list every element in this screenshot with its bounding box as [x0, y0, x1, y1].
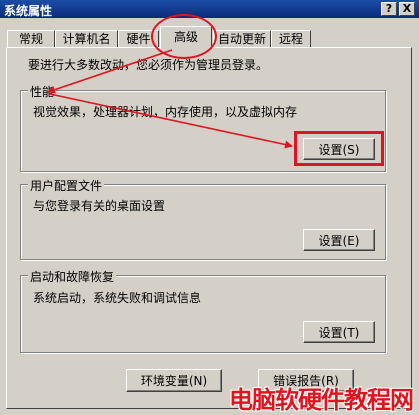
environment-variables-button[interactable]: 环境变量(N): [126, 369, 222, 392]
watermark-text: 电脑软硬件教程网: [229, 386, 414, 414]
user-profiles-settings-button[interactable]: 设置(E): [303, 229, 375, 251]
startup-recovery-description: 系统启动，系统失败和调试信息: [33, 291, 202, 305]
tab-automatic-updates[interactable]: 自动更新: [213, 30, 271, 48]
advanced-tab-highlight-ellipse: [151, 14, 217, 59]
performance-description: 视觉效果，处理器计划，内存使用，以及虚拟内存: [33, 105, 298, 119]
startup-recovery-title: 启动和故障恢复: [28, 268, 117, 285]
tab-computer-name[interactable]: 计算机名: [55, 30, 118, 48]
tab-general[interactable]: 常规: [7, 30, 55, 48]
title-bar: [0, 0, 419, 18]
close-button[interactable]: X: [399, 2, 415, 16]
startup-recovery-settings-button[interactable]: 设置(T): [303, 321, 375, 343]
performance-settings-highlight-box: [294, 131, 384, 166]
tab-remote[interactable]: 远程: [271, 30, 311, 48]
window-title: 系统属性: [4, 4, 53, 18]
user-profiles-title: 用户配置文件: [28, 177, 105, 194]
user-profiles-description: 与您登录有关的桌面设置: [33, 199, 166, 213]
performance-title: 性能: [28, 83, 57, 100]
help-button[interactable]: ?: [381, 2, 397, 16]
admin-notice: 要进行大多数改动，您必须作为管理员登录。: [28, 58, 269, 72]
